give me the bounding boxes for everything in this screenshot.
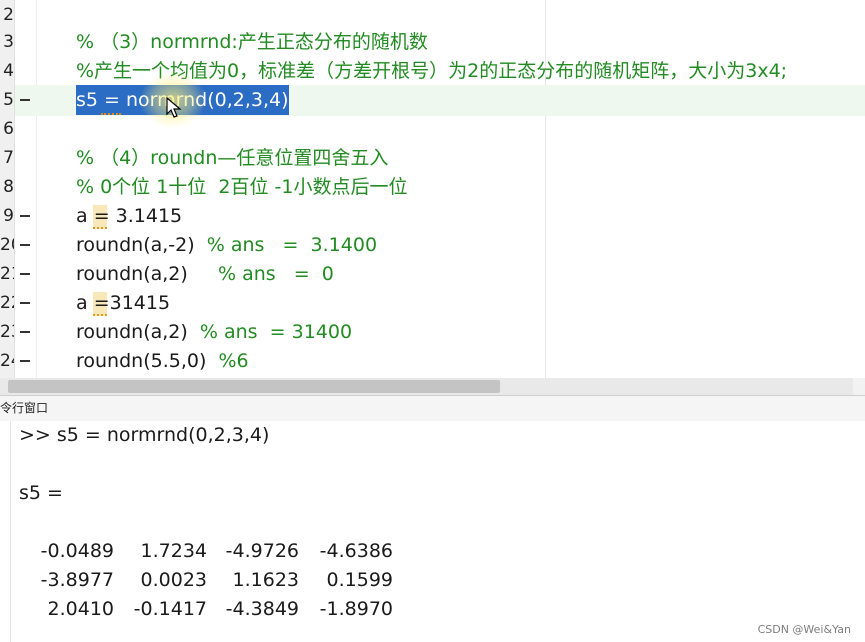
command-history-line[interactable]: >> s5 = normrnd(0,2,3,4) bbox=[19, 424, 269, 446]
matrix-cell: -4.9726 bbox=[225, 540, 299, 562]
scrollbar-corner bbox=[853, 378, 865, 395]
line-number: 3 bbox=[3, 32, 14, 52]
breakpoint-marker[interactable] bbox=[20, 273, 30, 275]
code-line[interactable]: 24 roundn(5.5,0) %6 bbox=[0, 346, 865, 376]
line-number: 4 bbox=[3, 61, 14, 81]
code-text: roundn(5.5,0) %6 bbox=[76, 350, 249, 372]
breakpoint-marker[interactable] bbox=[20, 244, 30, 246]
matrix-cell: 0.0023 bbox=[140, 569, 207, 591]
code-line[interactable]: 23 roundn(a,2) % ans = 31400 bbox=[0, 317, 865, 347]
line-number: 2 bbox=[3, 5, 14, 25]
code-line[interactable]: 6 bbox=[0, 114, 865, 144]
output-variable: s5 = bbox=[19, 482, 63, 504]
code-comment: % （3）normrnd:产生正态分布的随机数 bbox=[76, 31, 428, 53]
breakpoint-marker[interactable] bbox=[20, 302, 30, 304]
matrix-cell: -1.8970 bbox=[319, 598, 393, 620]
breakpoint-marker[interactable] bbox=[20, 360, 30, 362]
line-number: 5 bbox=[3, 90, 14, 110]
code-text: roundn(a,-2) % ans = 3.1400 bbox=[76, 234, 378, 256]
code-text: a =31415 bbox=[76, 292, 171, 314]
code-line[interactable]: 7 % （4）roundn—任意位置四舍五入 bbox=[0, 143, 865, 173]
watermark: CSDN @Wei&Yan bbox=[757, 623, 851, 636]
code-comment: % （4）roundn—任意位置四舍五入 bbox=[76, 147, 389, 169]
code-comment: % 0个位 1十位 2百位 -1小数点后一位 bbox=[76, 176, 408, 198]
matrix-cell: -3.8977 bbox=[40, 569, 114, 591]
code-line[interactable]: 22 a =31415 bbox=[0, 288, 865, 318]
breakpoint-marker[interactable] bbox=[20, 99, 30, 101]
matrix-cell: 1.1623 bbox=[232, 569, 299, 591]
code-line[interactable]: 3 % （3）normrnd:产生正态分布的随机数 bbox=[0, 27, 865, 57]
matrix-cell: 2.0410 bbox=[47, 598, 114, 620]
code-line[interactable]: 9 a = 3.1415 bbox=[0, 201, 865, 231]
code-line[interactable]: 21 roundn(a,2) % ans = 0 bbox=[0, 259, 865, 289]
command-window-title: 令行窗口 bbox=[0, 401, 49, 415]
line-number: 23 bbox=[0, 322, 14, 342]
arrow-cursor-icon bbox=[166, 97, 182, 118]
line-number: 9 bbox=[3, 206, 14, 226]
line-number: 22 bbox=[0, 293, 14, 313]
scrollbar-thumb[interactable] bbox=[8, 380, 500, 393]
code-line[interactable]: 2 bbox=[0, 0, 865, 30]
command-window-header[interactable]: 令行窗口 bbox=[0, 395, 865, 422]
command-text: s5 = normrnd(0,2,3,4) bbox=[56, 424, 270, 446]
matrix-cell: -0.0489 bbox=[40, 540, 114, 562]
code-line[interactable]: 20 roundn(a,-2) % ans = 3.1400 bbox=[0, 230, 865, 260]
code-line-current[interactable]: 5 s5 = normrnd(0,2,3,4) bbox=[0, 85, 865, 115]
code-editor[interactable]: 2 3 % （3）normrnd:产生正态分布的随机数 4 %产生一个均值为0，… bbox=[0, 0, 865, 378]
matrix-cell: -4.6386 bbox=[319, 540, 393, 562]
breakpoint-marker[interactable] bbox=[20, 331, 30, 333]
matrix-cell: -0.1417 bbox=[133, 598, 207, 620]
command-prompt: >> bbox=[19, 424, 57, 446]
code-text: roundn(a,2) % ans = 31400 bbox=[76, 321, 353, 343]
matrix-cell: 1.7234 bbox=[140, 540, 207, 562]
code-line[interactable]: 8 % 0个位 1十位 2百位 -1小数点后一位 bbox=[0, 172, 865, 202]
command-window-border bbox=[10, 421, 11, 642]
code-line[interactable]: 4 %产生一个均值为0，标准差（方差开根号）为2的正态分布的随机矩阵，大小为3x… bbox=[0, 56, 865, 86]
line-number: 8 bbox=[3, 177, 14, 197]
line-number: 20 bbox=[0, 235, 14, 255]
horizontal-scrollbar[interactable] bbox=[0, 378, 865, 395]
line-number: 21 bbox=[0, 264, 14, 284]
matrix-cell: 0.1599 bbox=[326, 569, 393, 591]
line-number: 24 bbox=[0, 351, 14, 371]
code-text: roundn(a,2) % ans = 0 bbox=[76, 263, 334, 285]
line-number: 7 bbox=[3, 148, 14, 168]
matrix-cell: -4.3849 bbox=[225, 598, 299, 620]
line-number: 6 bbox=[3, 119, 14, 139]
code-text: a = 3.1415 bbox=[76, 205, 183, 227]
breakpoint-marker[interactable] bbox=[20, 215, 30, 217]
